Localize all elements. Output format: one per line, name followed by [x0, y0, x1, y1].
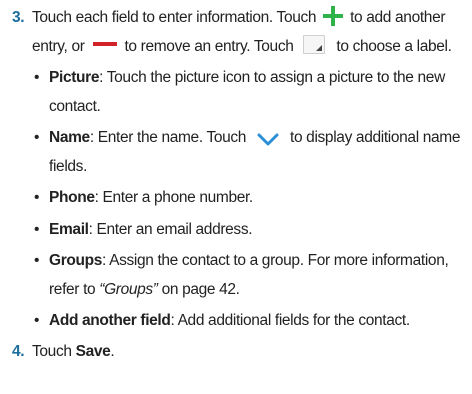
list-item-add-field: Add another field: Add additional fields… [32, 307, 464, 336]
chevron-down-icon [257, 129, 279, 146]
dropdown-corner-icon [303, 34, 326, 54]
save-label: Save [75, 342, 111, 360]
list-item-picture: Picture: Touch the picture icon to assig… [32, 64, 464, 121]
description: Touch the picture icon to assign a pictu… [49, 69, 445, 115]
term-separator: : [88, 220, 97, 238]
step-4: 4. Touch Save. [0, 338, 464, 367]
description: Add additional fields for the contact. [177, 312, 411, 329]
step-number: 4. [12, 342, 25, 360]
list-item-name: Name: Enter the name. Touch to display a… [32, 124, 464, 181]
field-list: Picture: Touch the picture icon to assig… [32, 64, 464, 336]
minus-icon [92, 42, 117, 47]
list-item-email: Email: Enter an email address. [32, 216, 464, 245]
term-email: Email [49, 220, 89, 238]
step-number: 3. [12, 9, 25, 26]
step-3-intro: Touch each field to enter information. T… [32, 4, 464, 61]
step-text: Touch [32, 342, 76, 360]
instruction-page: 3. Touch each field to enter information… [0, 0, 472, 394]
step-text: to choose a label. [332, 37, 452, 55]
term-name: Name [49, 129, 90, 146]
plus-icon [323, 5, 344, 26]
list-item-phone: Phone: Enter a phone number. [32, 184, 464, 213]
step-text: Touch each field to enter information. T… [32, 9, 321, 26]
description: Enter a phone number. [102, 189, 254, 206]
description: Enter the name. Touch [97, 129, 251, 146]
term-separator: : [89, 129, 98, 146]
groups-reference-link[interactable]: “Groups” [99, 281, 158, 298]
step-3: 3. Touch each field to enter information… [0, 4, 464, 336]
step-text: . [110, 342, 115, 360]
step-text: to remove an entry. Touch [120, 37, 298, 55]
description: on page 42. [157, 280, 240, 298]
step-body: Touch each field to enter information. T… [32, 4, 464, 336]
list-item-groups: Groups: Assign the contact to a group. F… [32, 247, 464, 304]
term-separator: : [94, 189, 103, 206]
term-phone: Phone [49, 189, 95, 206]
description: Enter an email address. [96, 220, 253, 238]
term-separator: : [170, 312, 178, 329]
term-picture: Picture [49, 69, 100, 86]
step-body: Touch Save. [32, 338, 464, 367]
term-separator: : [99, 69, 107, 86]
term-add-another-field: Add another field [49, 312, 171, 329]
term-groups: Groups [49, 252, 103, 269]
